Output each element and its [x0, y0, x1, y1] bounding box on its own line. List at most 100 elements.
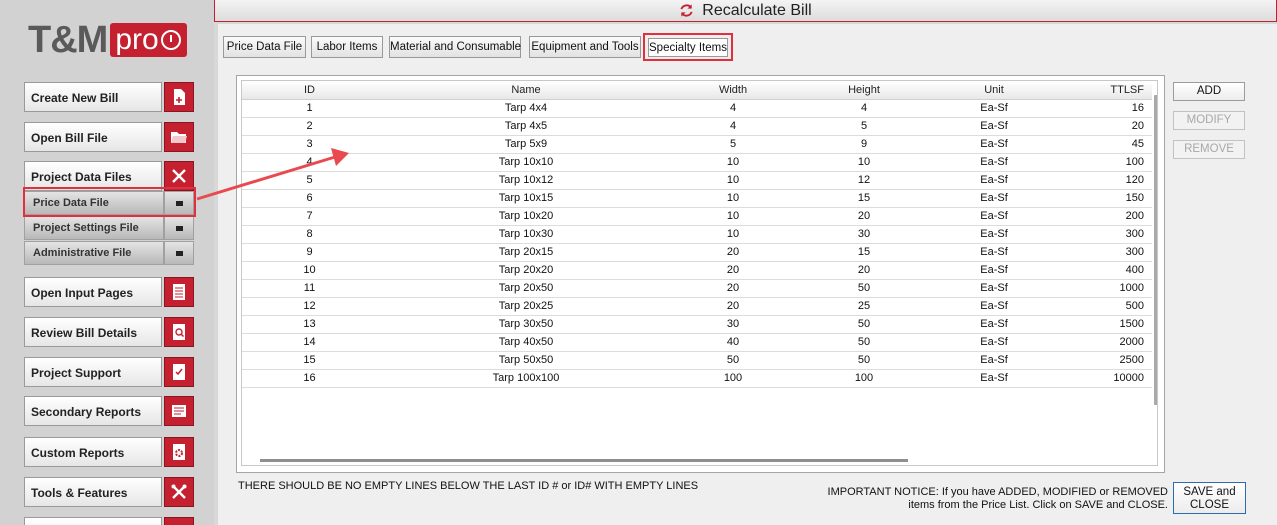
cell-unit[interactable]: Ea-Sf — [937, 225, 1051, 244]
cell-ttlsf[interactable]: 100 — [1051, 153, 1152, 172]
cell-ttlsf[interactable]: 16 — [1051, 99, 1152, 118]
horizontal-scrollbar[interactable] — [260, 459, 908, 462]
modify-button[interactable]: MODIFY — [1173, 111, 1245, 130]
review-search-icon[interactable] — [164, 317, 194, 347]
cell-width[interactable]: 10 — [675, 153, 791, 172]
cell-ttlsf[interactable]: 400 — [1051, 261, 1152, 280]
cell-height[interactable]: 50 — [791, 351, 937, 370]
cell-width[interactable]: 40 — [675, 333, 791, 352]
cell-name[interactable]: Tarp 10x20 — [377, 207, 675, 226]
cell-width[interactable]: 20 — [675, 297, 791, 316]
table-row[interactable]: 9 Tarp 20x15 20 15 Ea-Sf 300 — [242, 243, 1152, 262]
reports-icon[interactable] — [164, 396, 194, 426]
tab-price-data-file[interactable]: Price Data File — [223, 36, 306, 58]
bullet-icon[interactable] — [164, 216, 194, 240]
sidebar-item-label[interactable]: Review Bill Details — [24, 317, 162, 347]
cell-height[interactable]: 15 — [791, 189, 937, 208]
table-row[interactable]: 15 Tarp 50x50 50 50 Ea-Sf 2500 — [242, 351, 1152, 370]
add-button[interactable]: ADD — [1173, 82, 1245, 101]
cell-id[interactable]: 7 — [242, 207, 377, 226]
cell-height[interactable]: 9 — [791, 135, 937, 154]
cell-unit[interactable]: Ea-Sf — [937, 207, 1051, 226]
cell-name[interactable]: Tarp 50x50 — [377, 351, 675, 370]
cell-unit[interactable]: Ea-Sf — [937, 351, 1051, 370]
sidebar-item-open-bill-file[interactable]: Open Bill File — [24, 122, 194, 152]
cell-unit[interactable]: Ea-Sf — [937, 135, 1051, 154]
sidebar-item-label[interactable]: Project Support — [24, 357, 162, 387]
column-header-width[interactable]: Width — [675, 81, 791, 100]
save-and-close-button[interactable]: SAVE and CLOSE — [1173, 482, 1246, 514]
cell-unit[interactable]: Ea-Sf — [937, 243, 1051, 262]
cell-ttlsf[interactable]: 45 — [1051, 135, 1152, 154]
sidebar-item-label[interactable]: Open Bill File — [24, 122, 162, 152]
cell-ttlsf[interactable]: 200 — [1051, 207, 1152, 226]
cell-id[interactable]: 14 — [242, 333, 377, 352]
cell-height[interactable]: 30 — [791, 225, 937, 244]
table-row[interactable]: 12 Tarp 20x25 20 25 Ea-Sf 500 — [242, 297, 1152, 316]
cell-id[interactable]: 5 — [242, 171, 377, 190]
cell-unit[interactable]: Ea-Sf — [937, 153, 1051, 172]
table-row[interactable]: 14 Tarp 40x50 40 50 Ea-Sf 2000 — [242, 333, 1152, 352]
cell-ttlsf[interactable]: 300 — [1051, 243, 1152, 262]
cell-ttlsf[interactable]: 1500 — [1051, 315, 1152, 334]
cell-width[interactable]: 10 — [675, 225, 791, 244]
column-header-unit[interactable]: Unit — [937, 81, 1051, 100]
cell-width[interactable]: 5 — [675, 135, 791, 154]
sidebar-item-project-support[interactable]: Project Support — [24, 357, 194, 387]
cell-height[interactable]: 12 — [791, 171, 937, 190]
cell-id[interactable]: 1 — [242, 99, 377, 118]
cell-height[interactable]: 50 — [791, 315, 937, 334]
tab-equipment-and-tools[interactable]: Equipment and Tools — [529, 36, 641, 58]
cell-width[interactable]: 50 — [675, 351, 791, 370]
cell-width[interactable]: 20 — [675, 261, 791, 280]
cell-ttlsf[interactable]: 2500 — [1051, 351, 1152, 370]
cell-height[interactable]: 20 — [791, 207, 937, 226]
cell-unit[interactable]: Ea-Sf — [937, 279, 1051, 298]
bullet-icon[interactable] — [164, 241, 194, 265]
table-row[interactable]: 10 Tarp 20x20 20 20 Ea-Sf 400 — [242, 261, 1152, 280]
sidebar-subitem-label[interactable]: Project Settings File — [24, 216, 164, 240]
cell-name[interactable]: Tarp 10x10 — [377, 153, 675, 172]
table-row[interactable]: 2 Tarp 4x5 4 5 Ea-Sf 20 — [242, 117, 1152, 136]
sidebar-item-review-bill-details[interactable]: Review Bill Details — [24, 317, 194, 347]
table-row[interactable]: 16 Tarp 100x100 100 100 Ea-Sf 10000 — [242, 369, 1152, 388]
cell-height[interactable]: 50 — [791, 333, 937, 352]
cell-ttlsf[interactable]: 500 — [1051, 297, 1152, 316]
cell-name[interactable]: Tarp 10x30 — [377, 225, 675, 244]
cell-name[interactable]: Tarp 40x50 — [377, 333, 675, 352]
cell-id[interactable]: 11 — [242, 279, 377, 298]
cell-id[interactable]: 13 — [242, 315, 377, 334]
sidebar-item-custom-reports[interactable]: Custom Reports — [24, 437, 194, 467]
cell-id[interactable]: 8 — [242, 225, 377, 244]
sidebar-subitem-administrative-file[interactable]: Administrative File — [24, 241, 194, 265]
cell-ttlsf[interactable]: 120 — [1051, 171, 1152, 190]
sidebar-item-label[interactable]: Secondary Reports — [24, 396, 162, 426]
cell-name[interactable]: Tarp 4x4 — [377, 99, 675, 118]
sidebar-subitem-label[interactable]: Administrative File — [24, 241, 164, 265]
column-header-name[interactable]: Name — [377, 81, 675, 100]
cell-id[interactable]: 2 — [242, 117, 377, 136]
cell-unit[interactable]: Ea-Sf — [937, 261, 1051, 280]
cell-id[interactable]: 3 — [242, 135, 377, 154]
cell-unit[interactable]: Ea-Sf — [937, 117, 1051, 136]
cell-id[interactable]: 6 — [242, 189, 377, 208]
cell-id[interactable]: 15 — [242, 351, 377, 370]
cell-width[interactable]: 4 — [675, 117, 791, 136]
cell-width[interactable]: 20 — [675, 279, 791, 298]
sidebar-item-create-new-bill[interactable]: Create New Bill — [24, 82, 194, 112]
cell-name[interactable]: Tarp 10x12 — [377, 171, 675, 190]
cell-unit[interactable]: Ea-Sf — [937, 297, 1051, 316]
sidebar-subitem-project-settings-file[interactable]: Project Settings File — [24, 216, 194, 240]
calendar-icon[interactable] — [164, 517, 194, 525]
table-row[interactable]: 1 Tarp 4x4 4 4 Ea-Sf 16 — [242, 99, 1152, 118]
cell-unit[interactable]: Ea-Sf — [937, 99, 1051, 118]
cell-unit[interactable]: Ea-Sf — [937, 369, 1051, 388]
table-row[interactable]: 4 Tarp 10x10 10 10 Ea-Sf 100 — [242, 153, 1152, 172]
cell-ttlsf[interactable]: 1000 — [1051, 279, 1152, 298]
cell-unit[interactable]: Ea-Sf — [937, 171, 1051, 190]
cell-height[interactable]: 20 — [791, 261, 937, 280]
cell-name[interactable]: Tarp 20x25 — [377, 297, 675, 316]
cell-height[interactable]: 4 — [791, 99, 937, 118]
column-header-height[interactable]: Height — [791, 81, 937, 100]
table-row[interactable]: 6 Tarp 10x15 10 15 Ea-Sf 150 — [242, 189, 1152, 208]
